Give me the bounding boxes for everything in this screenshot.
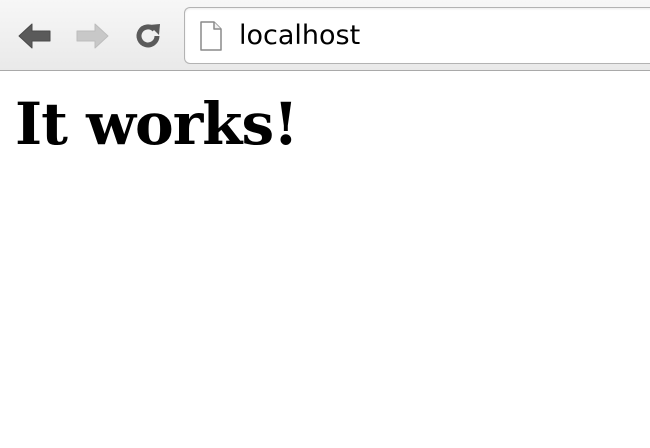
forward-button[interactable] bbox=[72, 16, 112, 56]
reload-button[interactable] bbox=[128, 16, 168, 56]
browser-toolbar: localhost bbox=[0, 0, 650, 71]
arrow-right-icon bbox=[76, 23, 109, 49]
page-icon bbox=[199, 21, 223, 56]
arrow-left-icon bbox=[18, 23, 51, 49]
page-content: It works! bbox=[0, 71, 650, 448]
address-bar[interactable]: localhost bbox=[184, 7, 650, 64]
page-heading: It works! bbox=[15, 90, 299, 158]
back-button[interactable] bbox=[15, 16, 55, 56]
address-bar-url[interactable]: localhost bbox=[239, 8, 360, 63]
reload-icon bbox=[136, 24, 160, 48]
